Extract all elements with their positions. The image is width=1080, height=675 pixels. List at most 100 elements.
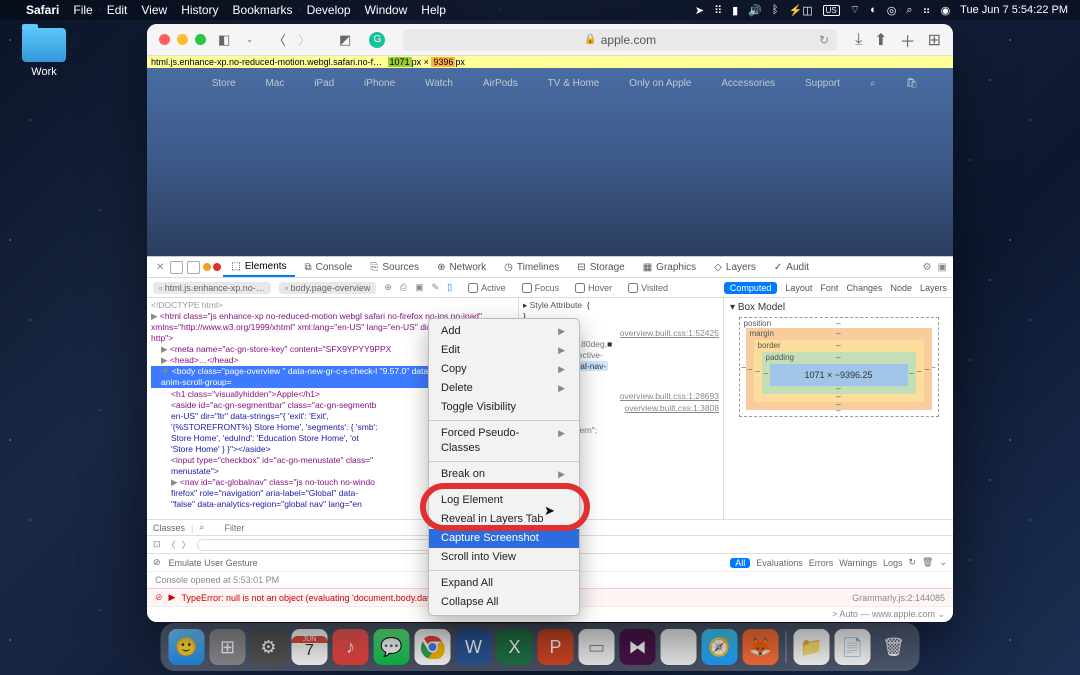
ctx-toggle-visibility[interactable]: Toggle Visibility (429, 398, 579, 417)
nav-accessories[interactable]: Accessories (721, 78, 775, 89)
window-minimize-button[interactable] (177, 34, 188, 45)
menu-develop[interactable]: Develop (307, 3, 351, 17)
app-menu[interactable]: Safari (26, 3, 59, 17)
filter-errors[interactable]: Errors (809, 558, 834, 568)
phone-icon[interactable]: ▮ (732, 4, 738, 17)
clock[interactable]: Tue Jun 7 5:54:22 PM (960, 4, 1068, 16)
tab-elements[interactable]: ⬚Elements (223, 257, 294, 277)
changes-tab[interactable]: Changes (846, 283, 882, 293)
share-icon[interactable]: ⬆ (874, 30, 887, 50)
console-reload-icon[interactable]: ↻ (908, 557, 916, 568)
dock-messages[interactable]: 💬 (374, 629, 410, 665)
tab-graphics[interactable]: ▦Graphics (635, 257, 704, 277)
dock-notes[interactable]: ▭ (579, 629, 615, 665)
inspector-settings-icon[interactable]: ⚙ (923, 262, 932, 273)
dock-safari[interactable]: 🧭 (702, 629, 738, 665)
input-source-icon[interactable]: US (823, 5, 840, 16)
computed-tab[interactable]: Computed (724, 282, 778, 294)
filter-evaluations[interactable]: Evaluations (756, 558, 803, 568)
dock-calendar[interactable]: JUN7 (292, 629, 328, 665)
tab-sources[interactable]: ⎘Sources (362, 257, 427, 277)
tab-audit[interactable]: ✓Audit (766, 257, 817, 277)
path-prev-icon[interactable]: 〈 (167, 538, 176, 551)
nav-airpods[interactable]: AirPods (483, 78, 518, 89)
tab-timelines[interactable]: ◷Timelines (496, 257, 567, 277)
reload-icon[interactable]: ↻ (819, 33, 829, 47)
hover-checkbox[interactable] (575, 283, 585, 293)
warning-indicator-icon[interactable] (203, 263, 211, 271)
dock-chrome[interactable] (415, 629, 451, 665)
dropbox-icon[interactable]: ⠿ (714, 4, 722, 17)
dock-excel[interactable]: X (497, 629, 533, 665)
rulers-icon[interactable]: ▯ (447, 282, 452, 293)
dock-document[interactable]: 📄 (835, 629, 871, 665)
volume-icon[interactable]: 🔊 (748, 4, 762, 17)
address-bar[interactable]: 🔒 apple.com ↻ (403, 29, 837, 51)
menu-edit[interactable]: Edit (107, 3, 128, 17)
dock-powerpoint[interactable]: P (538, 629, 574, 665)
toolbar-icon[interactable]: ⊕ (384, 282, 392, 293)
inspector-dock-icon[interactable] (170, 261, 183, 274)
new-tab-icon[interactable]: ＋ (900, 28, 916, 52)
menu-bookmarks[interactable]: Bookmarks (233, 3, 293, 17)
ctx-log-element[interactable]: Log Element (429, 491, 579, 510)
console-collapse-icon[interactable]: ⌄ (939, 557, 947, 568)
node-tab[interactable]: Node (890, 283, 912, 293)
ctx-delete[interactable]: Delete▶ (429, 379, 579, 398)
nav-support[interactable]: Support (805, 78, 840, 89)
display-icon[interactable]: ◎ (887, 4, 897, 17)
nav-watch[interactable]: Watch (425, 78, 453, 89)
color-scheme-icon[interactable]: ▣ (415, 282, 424, 293)
spotlight-icon[interactable]: ⌕ (906, 4, 912, 17)
desktop-folder-work[interactable]: Work (20, 28, 68, 78)
dock-settings[interactable]: ⚙ (251, 629, 287, 665)
menu-history[interactable]: History (181, 3, 218, 17)
error-indicator-icon[interactable] (213, 263, 221, 271)
edit-icon[interactable]: ✎ (432, 282, 440, 293)
dock-slack[interactable]: ⧓ (620, 629, 656, 665)
back-button[interactable]: 〈 (269, 30, 290, 49)
inspector-close-icon[interactable]: ✕ (153, 262, 167, 273)
visited-checkbox[interactable] (628, 283, 638, 293)
dock-folder[interactable]: 📁 (794, 629, 830, 665)
dock-trash[interactable]: 🗑 (876, 629, 912, 665)
location-icon[interactable]: ➤ (695, 4, 704, 17)
filter-all[interactable]: All (730, 558, 750, 568)
control-center-icon[interactable]: ⠶ (923, 4, 931, 17)
ctx-collapse-all[interactable]: Collapse All (429, 593, 579, 612)
inspector-device-icon[interactable]: ▣ (938, 262, 947, 273)
active-checkbox[interactable] (468, 283, 478, 293)
layout-tab[interactable]: Layout (785, 283, 812, 293)
nav-ipad[interactable]: iPad (314, 78, 334, 89)
sidebar-dropdown-icon[interactable]: ⌄ (242, 35, 257, 44)
dock-word[interactable]: W (456, 629, 492, 665)
tab-console[interactable]: ⧉Console (297, 257, 361, 277)
filter-logs[interactable]: Logs (883, 558, 903, 568)
bag-icon[interactable]: 🛍 (905, 78, 918, 89)
console-clear-icon[interactable]: ⊘ (153, 557, 161, 568)
tab-storage[interactable]: ⊟Storage (569, 257, 632, 277)
console-emulate-toggle[interactable]: Emulate User Gesture (169, 558, 258, 568)
node-select-icon[interactable]: ⊡ (153, 539, 161, 550)
wifi-icon[interactable]: ⌔ (850, 3, 860, 17)
filter-warnings[interactable]: Warnings (839, 558, 877, 568)
breadcrumb-body[interactable]: ▫ body.page-overview (279, 282, 377, 294)
dock-finder[interactable]: 🙂 (169, 629, 205, 665)
menu-view[interactable]: View (141, 3, 167, 17)
nav-store[interactable]: Store (212, 78, 236, 89)
ctx-copy[interactable]: Copy▶ (429, 360, 579, 379)
tab-network[interactable]: ⊕Network (429, 257, 494, 277)
ctx-add[interactable]: Add▶ (429, 322, 579, 341)
forward-button[interactable]: 〉 (294, 30, 315, 49)
menu-file[interactable]: File (73, 3, 92, 17)
dock-launchpad[interactable]: ⊞ (210, 629, 246, 665)
ctx-expand-all[interactable]: Expand All (429, 574, 579, 593)
battery-icon[interactable]: ⚡◫ (789, 4, 813, 17)
console-trash-icon[interactable]: 🗑 (922, 557, 933, 568)
dock-firefox[interactable]: 🦊 (743, 629, 779, 665)
downloads-icon[interactable]: ⤓ (855, 31, 862, 49)
nav-iphone[interactable]: iPhone (364, 78, 395, 89)
privacy-shield-icon[interactable]: ◩ (335, 32, 355, 48)
window-close-button[interactable] (159, 34, 170, 45)
path-next-icon[interactable]: 〉 (182, 538, 191, 551)
